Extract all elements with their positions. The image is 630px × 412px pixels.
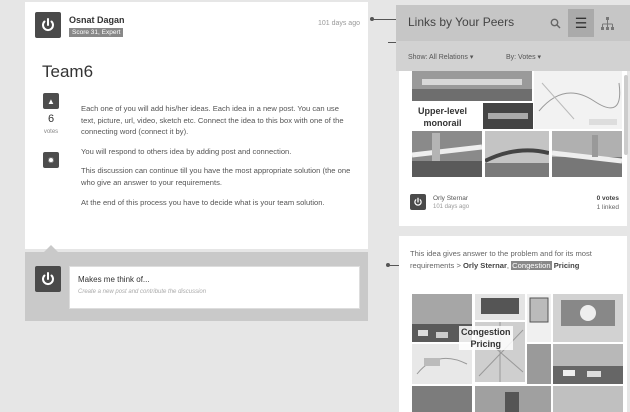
post-time: 101 days ago: [317, 20, 360, 27]
post-author[interactable]: Osnat Dagan: [69, 15, 125, 25]
power-icon: [414, 197, 422, 206]
gear-icon: ✹: [47, 155, 55, 165]
connector-dot: [386, 263, 390, 267]
post-card: Osnat Dagan Score 31, Expert 101 days ag…: [25, 2, 368, 249]
congestion-photo: [553, 294, 623, 342]
link-card[interactable]: Upper-level monorail Orly Sternar 101 da…: [399, 71, 627, 226]
card-text-end: Pricing: [553, 260, 580, 270]
caption-line: Congestion: [461, 327, 511, 337]
sort-filter[interactable]: By: Votes ▾: [506, 53, 541, 61]
arrow-text: >: [456, 260, 461, 270]
author-avatar[interactable]: [35, 12, 61, 38]
tree-view-icon[interactable]: [594, 9, 620, 37]
vote-label: votes: [43, 129, 59, 135]
card-votes: 0 votes: [596, 195, 619, 202]
card-text: This idea gives answer to the problem an…: [410, 249, 592, 270]
post-paragraph: Each one of you will add his/her ideas. …: [81, 104, 344, 137]
monorail-photo: [412, 71, 532, 101]
post-body: Each one of you will add his/her ideas. …: [81, 103, 353, 216]
card-author[interactable]: Orly Sternar: [463, 261, 507, 270]
caption-line: Upper-level: [418, 106, 468, 116]
image-caption: Upper-level monorail: [416, 105, 470, 129]
image-caption: Congestion Pricing: [459, 326, 513, 350]
post-paragraph: You will respond to others idea by addin…: [81, 146, 292, 156]
author-badge: Score 31, Expert: [69, 28, 124, 37]
list-view-icon[interactable]: ☰: [568, 9, 594, 37]
monorail-photo: [412, 131, 482, 177]
settings-button[interactable]: ✹: [43, 152, 59, 168]
relations-filter[interactable]: Show: All Relations ▾: [408, 53, 473, 61]
caption-line: Pricing: [470, 339, 501, 349]
composer-avatar: [35, 266, 61, 292]
traffic-photo: [412, 386, 472, 412]
monorail-photo: [552, 131, 622, 177]
card-time: 101 days ago: [433, 204, 470, 210]
road-sign-photo: [527, 294, 551, 342]
monorail-photo: [485, 131, 549, 177]
post-title: Team6: [42, 62, 94, 81]
connector-dot: [370, 17, 374, 21]
power-icon: [42, 18, 54, 31]
scrollbar[interactable]: [624, 75, 628, 155]
author-avatar[interactable]: [410, 194, 426, 210]
highlight-text: Congestion: [511, 260, 552, 270]
panel-title: Links by Your Peers: [408, 15, 515, 29]
composer: Makes me think of... Create a new post a…: [25, 252, 368, 321]
composer-hint: Create a new post and contribute the dis…: [78, 289, 207, 295]
composer-input[interactable]: Makes me think of... Create a new post a…: [69, 266, 360, 309]
links-panel-header: Links by Your Peers ☰: [396, 5, 630, 41]
composer-pointer: [44, 245, 58, 252]
link-card[interactable]: This idea gives answer to the problem an…: [399, 236, 627, 412]
post-paragraph: This discussion can continue till you ha…: [81, 166, 351, 187]
caption-line: monorail: [423, 118, 462, 128]
panel-filters: Show: All Relations ▾ By: Votes ▾: [396, 41, 630, 71]
search-icon[interactable]: [542, 9, 568, 37]
sign-photo: [527, 344, 551, 384]
upvote-button[interactable]: ▲: [43, 93, 59, 109]
sign-photo: [475, 294, 525, 320]
vote-count: 6: [47, 113, 55, 125]
traffic-photo: [475, 386, 551, 412]
map-image: [412, 344, 472, 384]
card-links[interactable]: 1 linked: [597, 204, 619, 211]
traffic-photo: [553, 344, 623, 384]
arrow-up-icon: ▲: [47, 96, 55, 106]
composer-title: Makes me think of...: [78, 275, 150, 284]
monorail-photo: [483, 103, 533, 129]
power-icon: [42, 272, 54, 285]
card-author[interactable]: Orly Sternar: [433, 195, 468, 202]
traffic-photo: [553, 386, 623, 412]
connector-line: [372, 19, 396, 20]
map-image: [534, 71, 622, 129]
post-paragraph: At the end of this process you have to d…: [81, 197, 325, 207]
